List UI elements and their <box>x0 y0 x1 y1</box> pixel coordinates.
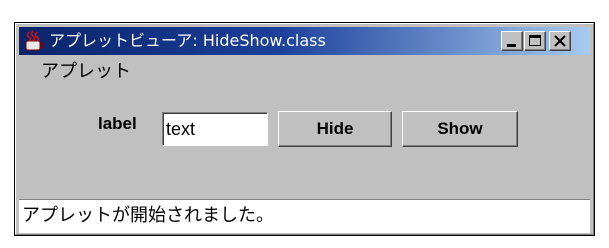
menu-applet[interactable]: アプレット <box>41 60 131 84</box>
applet-panel: label Hide Show <box>19 90 590 196</box>
minimize-icon <box>507 44 516 47</box>
hide-button[interactable]: Hide <box>278 111 392 147</box>
status-bar: アプレットが開始されました。 <box>19 199 590 233</box>
window-title: アプレットビューア: HideShow.class <box>49 31 326 50</box>
minimize-button[interactable] <box>501 31 523 51</box>
label-text: label <box>98 114 137 133</box>
menu-bar: アプレット <box>19 57 590 87</box>
window-frame: アプレットビューア: HideShow.class アプレット label Hi… <box>15 23 594 235</box>
maximize-button[interactable] <box>524 31 546 51</box>
text-input[interactable] <box>162 112 268 146</box>
close-button[interactable] <box>549 31 571 51</box>
title-bar[interactable]: アプレットビューア: HideShow.class <box>19 27 590 55</box>
maximize-icon <box>529 35 541 46</box>
close-icon <box>554 35 566 47</box>
show-button[interactable]: Show <box>402 111 518 147</box>
duke-coffee-icon <box>23 30 45 52</box>
applet-viewer-window: アプレットビューア: HideShow.class アプレット label Hi… <box>14 22 595 236</box>
